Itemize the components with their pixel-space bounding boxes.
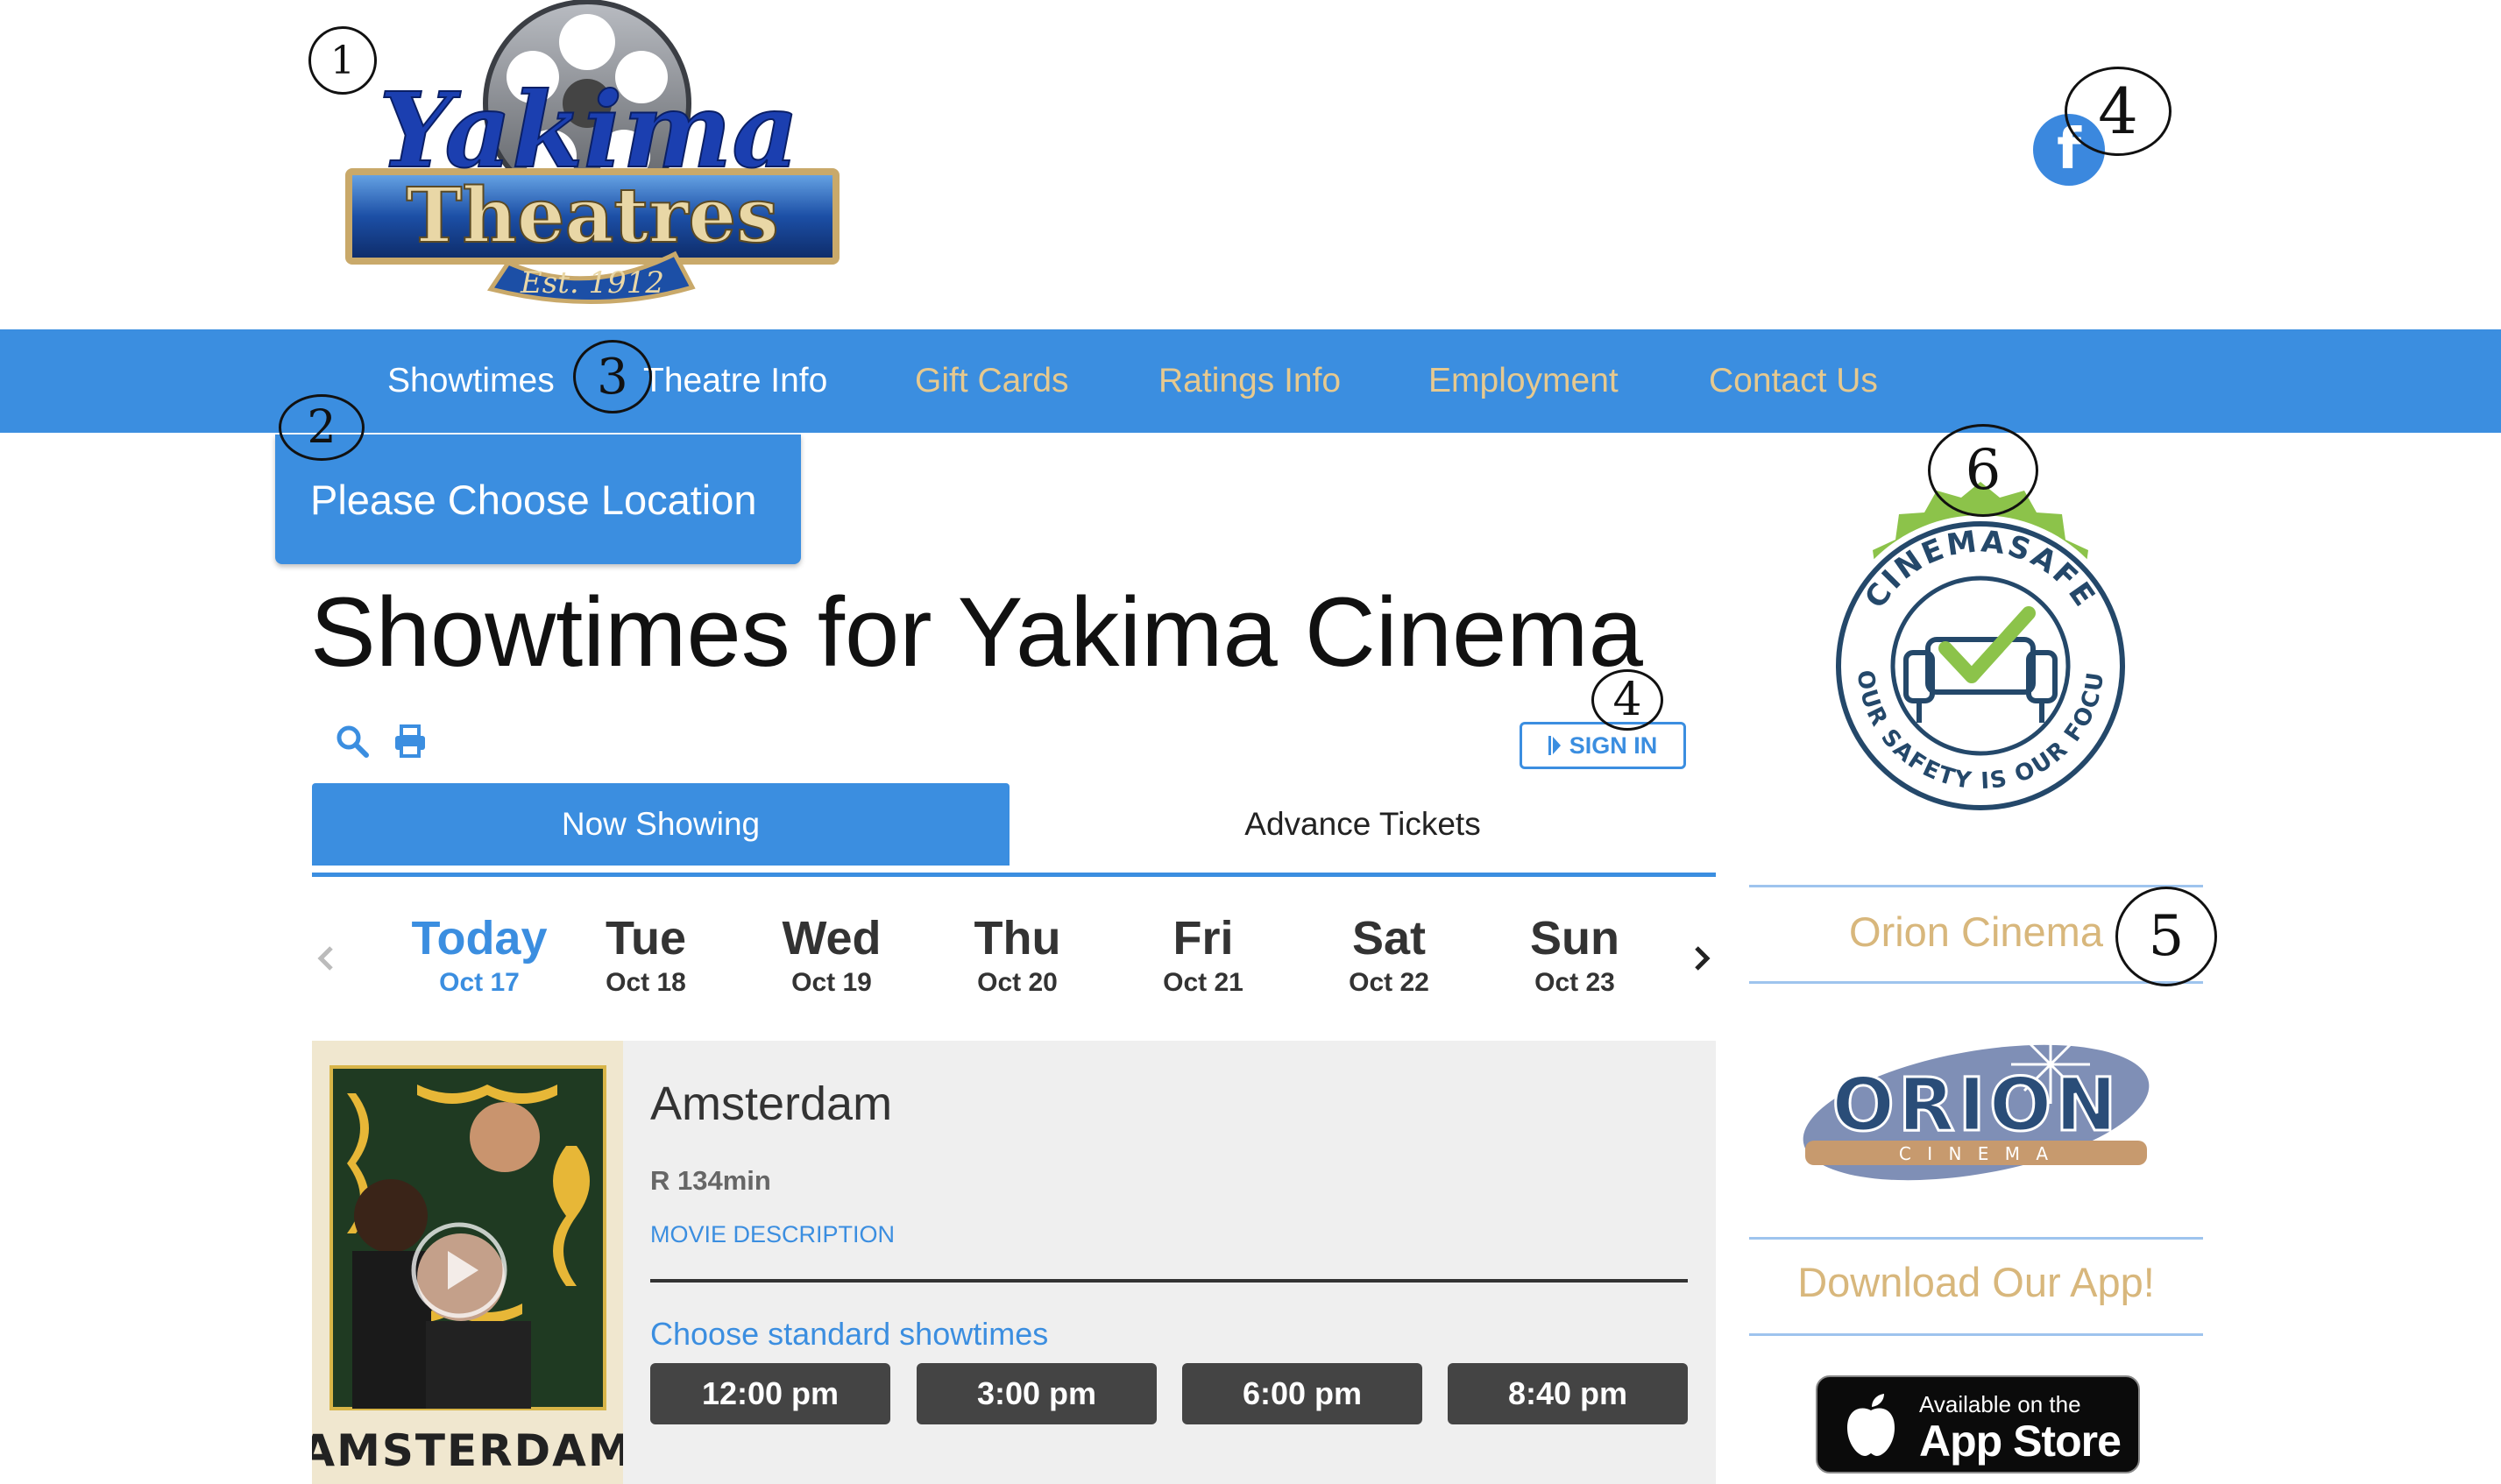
- date-label: Oct 21: [1163, 968, 1243, 997]
- movie-rating-runtime: R 134min: [650, 1165, 771, 1196]
- page-title: Showtimes for Yakima Cinema: [310, 577, 1643, 687]
- date-day: Thu: [974, 912, 1061, 965]
- date-label: Oct 23: [1534, 968, 1615, 997]
- annotation-marker: 1: [308, 26, 377, 95]
- movie-divider: [650, 1279, 1688, 1283]
- sidebar-divider: [1749, 1333, 2203, 1336]
- movie-poster[interactable]: AMSTERDAM: [312, 1041, 623, 1484]
- nav-ratings-info[interactable]: Ratings Info: [1158, 359, 1341, 403]
- date-day: Wed: [782, 912, 882, 965]
- tab-advance-tickets[interactable]: Advance Tickets: [1010, 783, 1716, 866]
- movie-description-link[interactable]: MOVIE DESCRIPTION: [650, 1221, 895, 1248]
- appstore-small-text: Available on the: [1919, 1391, 2081, 1417]
- sidebar-divider: [1749, 885, 2203, 887]
- orion-cinema-logo[interactable]: ORION C I N E M A: [1788, 1016, 2164, 1200]
- sign-in-button[interactable]: SIGN IN: [1520, 722, 1686, 769]
- date-tue[interactable]: Tue Oct 18: [571, 911, 720, 1000]
- orion-logo-sub: C I N E M A: [1899, 1143, 2053, 1164]
- choose-location-button[interactable]: Please Choose Location: [275, 435, 801, 564]
- date-fri[interactable]: Fri Oct 21: [1129, 911, 1278, 1000]
- download-app-label: Download Our App!: [1797, 1259, 2155, 1305]
- date-sun[interactable]: Sun Oct 23: [1500, 911, 1649, 1000]
- appstore-big-text: App Store: [1919, 1417, 2122, 1466]
- nav-contact-us[interactable]: Contact Us: [1709, 359, 1878, 403]
- apple-icon: [1847, 1394, 1895, 1456]
- date-wed[interactable]: Wed Oct 19: [757, 911, 906, 1000]
- nav-theatre-info[interactable]: Theatre Info: [643, 359, 827, 403]
- yakima-theatres-logo[interactable]: Yakima Theatres Est. 1912: [342, 0, 841, 315]
- tab-underline: [312, 873, 1716, 877]
- sign-in-label: SIGN IN: [1569, 731, 1658, 759]
- orion-logo-text: ORION: [1831, 1062, 2120, 1148]
- sidebar-divider: [1749, 1237, 2203, 1240]
- date-sat[interactable]: Sat Oct 22: [1314, 911, 1463, 1000]
- nav-gift-cards[interactable]: Gift Cards: [915, 359, 1069, 403]
- annotation-marker: 4: [2065, 67, 2172, 156]
- chevron-left-icon[interactable]: [314, 941, 337, 976]
- date-label: Oct 19: [791, 968, 872, 997]
- date-label: Oct 17: [439, 968, 520, 997]
- date-label: Oct 20: [977, 968, 1058, 997]
- nav-showtimes[interactable]: Showtimes: [387, 359, 555, 403]
- search-icon[interactable]: [335, 724, 370, 759]
- app-store-badge[interactable]: Available on the App Store: [1816, 1375, 2140, 1473]
- logo-theatres-text: Theatres: [406, 172, 778, 260]
- nav-employment[interactable]: Employment: [1428, 359, 1619, 403]
- annotation-marker: 6: [1928, 424, 2038, 517]
- annotation-marker: 2: [279, 394, 365, 461]
- date-day: Sun: [1530, 912, 1619, 965]
- showtime-button[interactable]: 3:00 pm: [917, 1363, 1157, 1424]
- date-day: Fri: [1173, 912, 1234, 965]
- annotation-marker: 3: [573, 340, 652, 413]
- annotation-marker: 4: [1591, 669, 1663, 731]
- poster-title: AMSTERDAM: [312, 1425, 623, 1476]
- showtime-button[interactable]: 12:00 pm: [650, 1363, 890, 1424]
- cinemasafe-badge[interactable]: CINEMASAFE YOUR SAFETY IS OUR FOCUS: [1788, 473, 2173, 859]
- chevron-right-icon[interactable]: [1691, 941, 1714, 976]
- date-today[interactable]: Today Oct 17: [405, 911, 554, 1000]
- logo-est-text: Est. 1912: [520, 265, 664, 300]
- sidebar-divider: [1749, 981, 2203, 984]
- date-day: Today: [411, 912, 548, 965]
- showtime-button[interactable]: 6:00 pm: [1182, 1363, 1422, 1424]
- date-label: Oct 18: [606, 968, 686, 997]
- play-icon: [1548, 736, 1561, 755]
- print-icon[interactable]: [393, 724, 428, 759]
- annotation-marker: 5: [2115, 887, 2217, 986]
- date-day: Tue: [606, 912, 686, 965]
- date-day: Sat: [1351, 912, 1427, 965]
- showtimes-label: Choose standard showtimes: [650, 1316, 1049, 1352]
- showtime-button[interactable]: 8:40 pm: [1448, 1363, 1688, 1424]
- tab-now-showing[interactable]: Now Showing: [312, 783, 1010, 866]
- date-thu[interactable]: Thu Oct 20: [943, 911, 1092, 1000]
- movie-title[interactable]: Amsterdam: [650, 1076, 892, 1132]
- date-label: Oct 22: [1349, 968, 1429, 997]
